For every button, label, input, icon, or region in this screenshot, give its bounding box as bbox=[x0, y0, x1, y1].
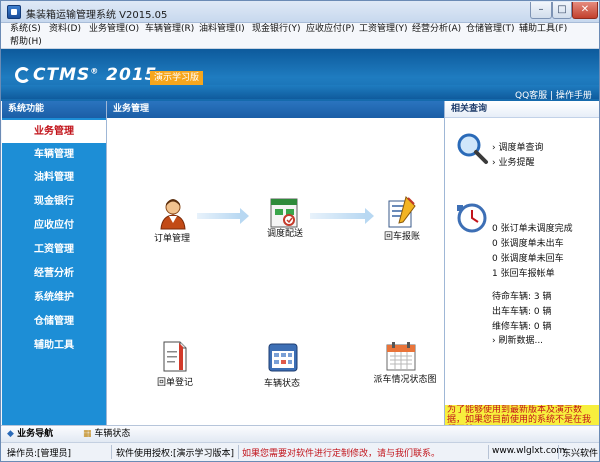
workflow-label-return-report[interactable]: 回车报账 bbox=[367, 229, 437, 242]
return-report-icon[interactable] bbox=[384, 195, 418, 229]
status-divider bbox=[111, 445, 112, 459]
maximize-button[interactable]: □ bbox=[552, 2, 572, 19]
workflow-label-dispatch[interactable]: 调度配送 bbox=[250, 226, 320, 239]
stat-dispatch-not-returned: 0 张调度单未回车 bbox=[492, 254, 564, 264]
menu-system[interactable]: 系统(S) bbox=[10, 23, 41, 36]
menu-analysis[interactable]: 经营分析(A) bbox=[412, 23, 461, 36]
tab-vehicle-status[interactable]: ▦ 车辆状态 bbox=[83, 428, 130, 441]
business-reminder-link[interactable]: › 业务提醒 bbox=[492, 155, 534, 168]
demo-badge: 演示学习版 bbox=[150, 71, 204, 85]
sidebar-item-business[interactable]: 业务管理 bbox=[2, 120, 106, 143]
close-button[interactable]: ✕ bbox=[572, 2, 598, 19]
status-divider bbox=[558, 445, 559, 459]
workflow-label-receipt[interactable]: 回单登记 bbox=[140, 375, 210, 388]
menu-data[interactable]: 资料(D) bbox=[49, 23, 81, 36]
stat-dispatch-not-out: 0 张调度单未出车 bbox=[492, 239, 564, 249]
window-title: 集装箱运输管理系统 V2015.05 bbox=[26, 10, 168, 21]
search-icon bbox=[457, 133, 488, 164]
sidebar: 系统功能 业务管理 车辆管理 油料管理 现金银行 应收应付 工资管理 经营分析 … bbox=[2, 101, 106, 425]
status-license: 软件使用授权:[演示学习版本] bbox=[116, 449, 235, 459]
vehicles-standby: 待命车辆: 3 辆 bbox=[492, 292, 552, 302]
app-icon bbox=[7, 5, 21, 19]
flow-arrow-icon bbox=[310, 208, 374, 224]
sidebar-item-fuel[interactable]: 油料管理 bbox=[2, 166, 106, 189]
workflow-label-order[interactable]: 订单管理 bbox=[137, 231, 207, 244]
sidebar-item-salary[interactable]: 工资管理 bbox=[2, 238, 106, 261]
logo-icon bbox=[15, 67, 31, 83]
status-divider bbox=[238, 445, 239, 459]
sidebar-item-system[interactable]: 系统维护 bbox=[2, 286, 106, 309]
status-website[interactable]: www.wlglxt.com bbox=[492, 446, 565, 456]
vehicle-status-icon[interactable] bbox=[266, 340, 300, 374]
stat-orders-undispatched: 0 张订单未调度完成 bbox=[492, 224, 573, 234]
banner-stripe bbox=[1, 85, 599, 99]
vehicles-repair: 维修车辆: 0 辆 bbox=[492, 322, 552, 332]
sidebar-item-vehicle[interactable]: 车辆管理 bbox=[2, 143, 106, 166]
sidebar-item-analysis[interactable]: 经营分析 bbox=[2, 262, 106, 285]
related-query-panel: 相关查询 › 调度单查询 › 业务提醒 0 张订单未调度完成 0 张调度单未出车… bbox=[444, 101, 599, 425]
sidebar-item-receivable[interactable]: 应收应付 bbox=[2, 214, 106, 237]
clock-icon bbox=[457, 203, 487, 233]
menu-salary[interactable]: 工资管理(Y) bbox=[359, 23, 408, 36]
sidebar-header: 系统功能 bbox=[2, 101, 106, 118]
nav-icon: ◆ bbox=[7, 429, 18, 439]
menu-cash-bank[interactable]: 现金银行(Y) bbox=[252, 23, 301, 36]
tab-vehicle-status-label: 车辆状态 bbox=[94, 429, 131, 439]
main-panel-header: 业务管理 bbox=[107, 101, 444, 118]
stat-return-reports: 1 张回车报帐单 bbox=[492, 269, 555, 279]
menu-business[interactable]: 业务管理(O) bbox=[89, 23, 139, 36]
menu-warehouse[interactable]: 仓储管理(T) bbox=[466, 23, 515, 36]
menu-receivable[interactable]: 应收应付(P) bbox=[306, 23, 354, 36]
tab-business-nav-label: 业务导航 bbox=[17, 429, 54, 439]
app-window: 集装箱运输管理系统 V2015.05 – □ ✕ 系统(S) 资料(D) 业务管… bbox=[0, 0, 600, 462]
status-bar: 操作员:[管理员] 软件使用授权:[演示学习版本] 如果您需要对软件进行定制修改… bbox=[1, 442, 599, 461]
product-logo: CTMS® 2015 bbox=[33, 65, 157, 85]
status-divider bbox=[488, 445, 489, 459]
logo-name: CTMS bbox=[33, 65, 91, 85]
status-operator: 操作员:[管理员] bbox=[7, 449, 72, 459]
bottom-tab-bar: ◆ 业务导航 ▦ 车辆状态 bbox=[1, 425, 599, 442]
workflow-label-dispatch-chart[interactable]: 派车情况状态图 bbox=[365, 372, 445, 385]
tab-business-nav[interactable]: ◆ 业务导航 bbox=[7, 428, 53, 441]
banner-links[interactable]: QQ客服 | 操作手册 bbox=[515, 88, 592, 101]
table-icon: ▦ bbox=[83, 429, 95, 439]
vehicles-out: 出车车辆: 0 辆 bbox=[492, 307, 552, 317]
refresh-data-link[interactable]: › 刷新数据... bbox=[492, 333, 543, 346]
calendar-icon[interactable] bbox=[384, 339, 418, 373]
menu-vehicle[interactable]: 车辆管理(R) bbox=[145, 23, 194, 36]
menu-bar: 系统(S) 资料(D) 业务管理(O) 车辆管理(R) 油料管理(I) 现金银行… bbox=[1, 23, 599, 49]
sidebar-item-warehouse[interactable]: 仓储管理 bbox=[2, 310, 106, 333]
flow-arrow-icon bbox=[197, 208, 249, 224]
menu-fuel[interactable]: 油料管理(I) bbox=[199, 23, 245, 36]
menu-help[interactable]: 帮助(H) bbox=[10, 36, 42, 49]
operator-icon[interactable] bbox=[156, 196, 190, 230]
title-bar: 集装箱运输管理系统 V2015.05 – □ ✕ bbox=[1, 1, 599, 23]
dispatch-query-link[interactable]: › 调度单查询 bbox=[492, 140, 543, 153]
status-message: 如果您需要对软件进行定制修改，请与我们联系。 bbox=[242, 449, 441, 459]
status-company: 东兴软件 bbox=[562, 449, 599, 459]
dispatch-icon[interactable] bbox=[267, 196, 301, 230]
menu-tools[interactable]: 辅助工具(F) bbox=[519, 23, 567, 36]
main-panel: 业务管理 订单管理 调度配送 回车报账 回单登记 车辆状态 派车情况状态图 bbox=[106, 101, 444, 425]
logo-registered: ® bbox=[90, 66, 100, 76]
minimize-button[interactable]: – bbox=[530, 2, 552, 19]
update-notice[interactable]: 为了能够使用到最新版本及演示数据，如果您目前使用的系统不是在我们网站 bbox=[445, 405, 599, 425]
receipt-icon[interactable] bbox=[157, 339, 191, 373]
sidebar-item-cash-bank[interactable]: 现金银行 bbox=[2, 190, 106, 213]
related-query-header: 相关查询 bbox=[445, 101, 599, 118]
workflow-label-vehicle-status[interactable]: 车辆状态 bbox=[247, 376, 317, 389]
sidebar-item-tools[interactable]: 辅助工具 bbox=[2, 334, 106, 357]
